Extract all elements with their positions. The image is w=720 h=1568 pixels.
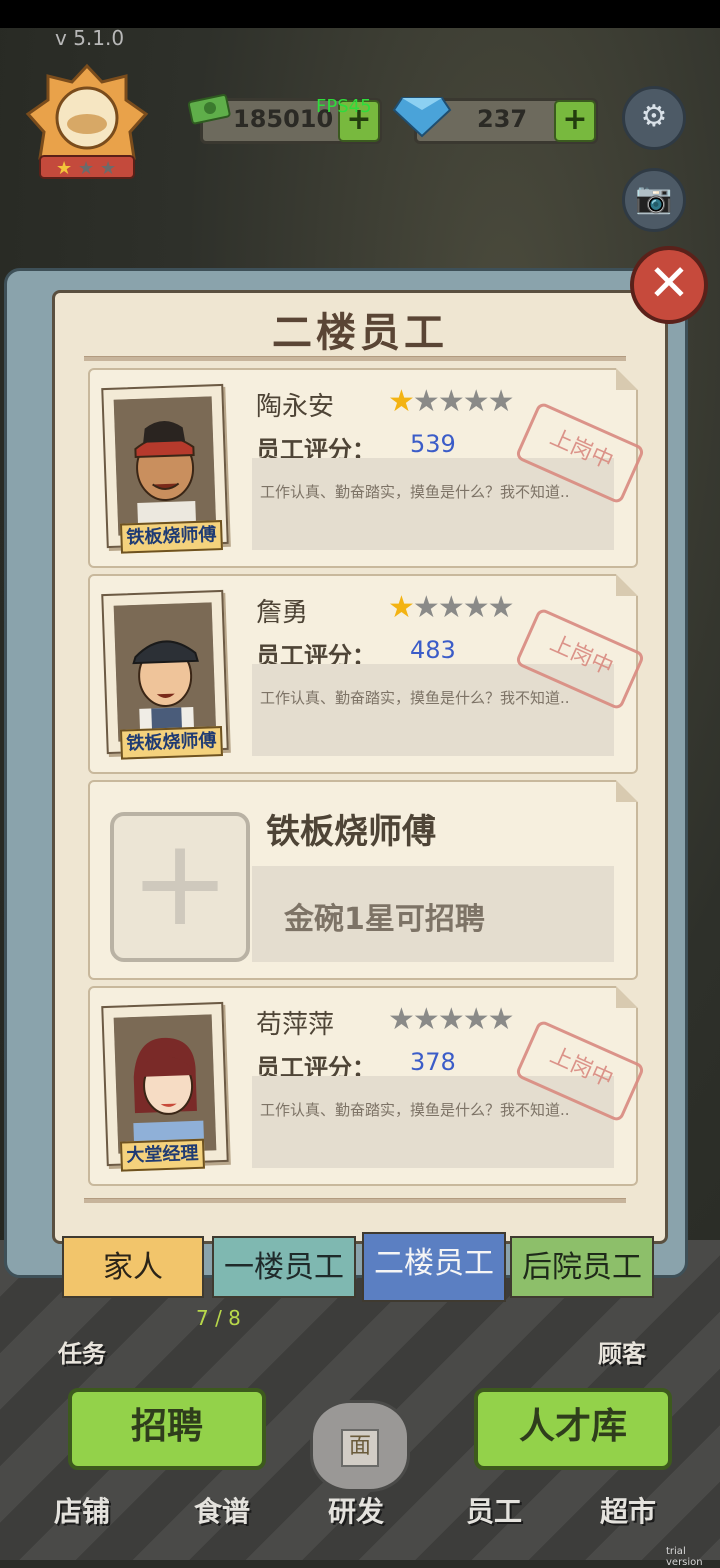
star-rating: ★★★★★	[388, 384, 515, 419]
tab-floor1-staff[interactable]: 一楼员工	[212, 1236, 356, 1298]
chef-avatar	[113, 602, 217, 742]
nav-staff[interactable]: 员工	[466, 1490, 522, 1530]
fps-counter: FPS45	[316, 96, 372, 117]
role-tag: 铁板烧师傅	[119, 520, 223, 554]
svg-text:★: ★	[100, 158, 116, 179]
gem-value: 237	[477, 105, 528, 133]
bottom-divider	[84, 1198, 626, 1203]
star-icon: ★	[388, 590, 415, 625]
page-fold	[616, 574, 638, 596]
close-button[interactable]: ✕	[630, 246, 708, 324]
restaurant-medal-icon[interactable]: ★ ★ ★	[22, 62, 152, 182]
nav-research[interactable]: 研发	[328, 1490, 384, 1530]
add-gems-button[interactable]: +	[554, 100, 596, 142]
slot-unlock-condition: 金碗1星可招聘	[284, 902, 485, 937]
star-icon: ★	[487, 384, 515, 419]
close-icon: ✕	[648, 254, 690, 312]
role-tag: 铁板烧师傅	[119, 726, 223, 760]
star-rating: ★★★★★	[388, 590, 515, 625]
version-label: v 5.1.0	[55, 26, 125, 50]
star-icon: ★	[412, 1002, 440, 1037]
tasks-button[interactable]: 任务	[58, 1334, 106, 1369]
star-icon: ★	[388, 384, 415, 419]
staff-card[interactable]: 大堂经理 苟萍萍 ★★★★★ 员工评分： 378 工作认真、勤奋踏实，摸鱼是什么…	[88, 986, 646, 1186]
cash-icon	[188, 94, 231, 125]
star-icon: ★	[437, 384, 465, 419]
tab-floor2-staff[interactable]: 二楼员工	[362, 1232, 506, 1302]
diamond-icon	[392, 97, 452, 138]
role-tag: 大堂经理	[119, 1138, 205, 1172]
manager-avatar	[113, 1014, 217, 1154]
gear-icon: ⚙	[640, 99, 668, 134]
staff-name: 詹勇	[256, 598, 309, 628]
staff-card[interactable]: 铁板烧师傅 陶永安 ★★★★★ 员工评分： 539 工作认真、勤奋踏实，摸鱼是什…	[88, 368, 646, 568]
pot-label: 面	[341, 1429, 379, 1467]
star-icon: ★	[388, 1002, 415, 1037]
star-icon: ★	[487, 1002, 515, 1037]
staff-description: 工作认真、勤奋踏实，摸鱼是什么？我不知道..	[260, 483, 570, 501]
staff-description: 工作认真、勤奋踏实，摸鱼是什么？我不知道..	[260, 689, 570, 707]
recruit-button[interactable]: 招聘	[68, 1388, 266, 1470]
star-rating: ★★★★★	[388, 1002, 515, 1037]
slot-role-title: 铁板烧师傅	[266, 812, 436, 852]
star-icon: ★	[437, 1002, 465, 1037]
star-icon: ★	[462, 384, 490, 419]
svg-text:★: ★	[56, 158, 72, 179]
star-icon: ★	[487, 590, 515, 625]
tab-backyard-staff[interactable]: 后院员工	[510, 1236, 654, 1298]
page-fold	[616, 368, 638, 390]
staff-name: 苟萍萍	[256, 1010, 335, 1040]
score-value: 539	[410, 430, 456, 458]
task-progress: 7 / 8	[196, 1306, 241, 1330]
watermark: trial version	[666, 1546, 703, 1568]
star-icon: ★	[462, 590, 490, 625]
research-pot-icon[interactable]: 面	[310, 1400, 410, 1492]
staff-card[interactable]: 铁板烧师傅 詹勇 ★★★★★ 员工评分： 483 工作认真、勤奋踏实，摸鱼是什么…	[88, 574, 646, 774]
add-slot-icon[interactable]: +	[110, 812, 250, 962]
staff-description: 工作认真、勤奋踏实，摸鱼是什么？我不知道..	[260, 1101, 570, 1119]
staff-portrait: 铁板烧师傅	[101, 589, 229, 760]
settings-button[interactable]: ⚙	[622, 86, 686, 150]
nav-supermarket[interactable]: 超市	[600, 1490, 656, 1530]
page-fold	[616, 986, 638, 1008]
star-icon: ★	[412, 590, 440, 625]
status-bar	[0, 0, 720, 28]
star-icon: ★	[412, 384, 440, 419]
chef-avatar	[113, 396, 217, 536]
title-divider	[84, 356, 626, 361]
camera-button[interactable]: 📷	[622, 168, 686, 232]
score-value: 378	[410, 1048, 456, 1076]
nav-recipes[interactable]: 食谱	[194, 1490, 250, 1530]
nav-shop[interactable]: 店铺	[54, 1490, 110, 1530]
talent-pool-button[interactable]: 人才库	[474, 1388, 672, 1470]
staff-name: 陶永安	[256, 392, 335, 422]
staff-portrait: 铁板烧师傅	[101, 383, 229, 554]
staff-portrait: 大堂经理	[101, 1001, 229, 1172]
empty-staff-slot[interactable]: + 铁板烧师傅 金碗1星可招聘	[88, 780, 638, 980]
panel-title: 二楼员工	[272, 310, 448, 356]
tab-family[interactable]: 家人	[62, 1236, 204, 1298]
svg-text:★: ★	[78, 158, 94, 179]
star-icon: ★	[437, 590, 465, 625]
page-fold	[616, 780, 638, 802]
slot-condition-box: 金碗1星可招聘	[252, 866, 614, 962]
customers-button[interactable]: 顾客	[598, 1334, 646, 1369]
camera-icon: 📷	[635, 181, 673, 216]
score-value: 483	[410, 636, 456, 664]
star-icon: ★	[462, 1002, 490, 1037]
